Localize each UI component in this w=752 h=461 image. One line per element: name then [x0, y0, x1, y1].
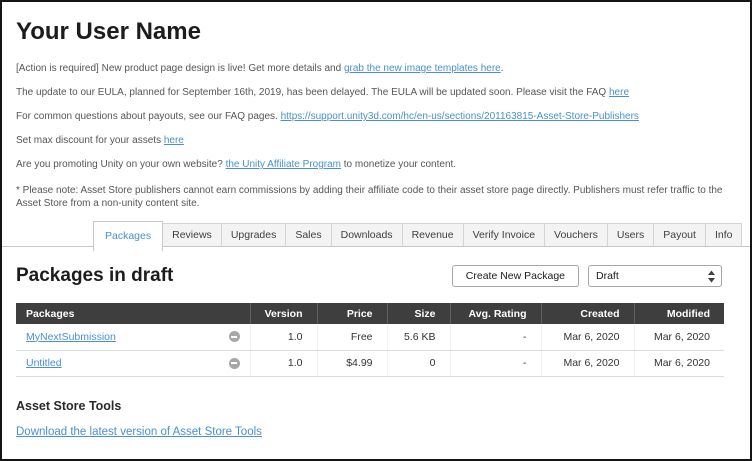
notice-eula-update: The update to our EULA, planned for Sept…: [16, 86, 724, 99]
tab-revenue[interactable]: Revenue: [402, 223, 464, 246]
tab-vouchers[interactable]: Vouchers: [544, 223, 608, 246]
tab-downloads[interactable]: Downloads: [331, 223, 403, 246]
notice-new-product-page: [Action is required] New product page de…: [16, 62, 724, 75]
notice-text: [Action is required] New product page de…: [16, 63, 344, 74]
notice-text: Are you promoting Unity on your own webs…: [16, 159, 226, 170]
up-down-stepper-icon: [707, 269, 716, 284]
status-filter-select[interactable]: Draft: [588, 265, 722, 287]
page-title: Your User Name: [16, 18, 724, 46]
tab-bar: Packages Reviews Upgrades Sales Download…: [2, 221, 750, 247]
minus-circle-draft-icon: [229, 358, 240, 369]
status-filter-selected-value: Draft: [596, 270, 619, 282]
tab-packages[interactable]: Packages: [93, 221, 163, 251]
page-header: Your User Name [Action is required] New …: [2, 2, 750, 210]
minus-circle-draft-icon: [229, 331, 240, 342]
col-header-modified: Modified: [634, 303, 724, 324]
col-header-packages: Packages: [16, 303, 250, 324]
cell-modified: Mar 6, 2020: [634, 324, 724, 350]
packages-section-header: Packages in draft Create New Package Dra…: [16, 265, 722, 287]
cell-size: 5.6 KB: [387, 324, 450, 350]
cell-created: Mar 6, 2020: [541, 324, 634, 350]
cell-size: 0: [387, 350, 450, 376]
tab-verify-invoice[interactable]: Verify Invoice: [463, 223, 545, 246]
notice-payout-faq: For common questions about payouts, see …: [16, 110, 724, 123]
download-tools-link[interactable]: Download the latest version of Asset Sto…: [16, 426, 262, 438]
cell-price: $4.99: [317, 350, 387, 376]
notice-affiliate-program: Are you promoting Unity on your own webs…: [16, 158, 724, 171]
section-controls: Create New Package Draft: [452, 265, 722, 287]
table-row: MyNextSubmission 1.0 Free 5.6 KB - Mar 6…: [16, 324, 724, 350]
col-header-version: Version: [250, 303, 317, 324]
package-link[interactable]: Untitled: [26, 357, 62, 369]
notice-text: .: [501, 63, 504, 74]
cell-price: Free: [317, 324, 387, 350]
tab-payout[interactable]: Payout: [653, 223, 706, 246]
col-header-avg-rating: Avg. Rating: [450, 303, 541, 324]
affiliate-program-link[interactable]: the Unity Affiliate Program: [226, 159, 341, 170]
tab-sales[interactable]: Sales: [285, 223, 331, 246]
notice-max-discount: Set max discount for your assets here: [16, 134, 724, 147]
section-title: Packages in draft: [16, 265, 173, 287]
tab-upgrades[interactable]: Upgrades: [221, 223, 287, 246]
publisher-portal-window: Your User Name [Action is required] New …: [0, 0, 752, 461]
cell-avg-rating: -: [450, 350, 541, 376]
eula-faq-link[interactable]: here: [609, 87, 629, 98]
cell-avg-rating: -: [450, 324, 541, 350]
asset-store-tools-section: Asset Store Tools Download the latest ve…: [16, 399, 722, 440]
col-header-created: Created: [541, 303, 634, 324]
table-header-row: Packages Version Price Size Avg. Rating …: [16, 303, 724, 324]
notice-text: For common questions about payouts, see …: [16, 111, 281, 122]
tab-reviews[interactable]: Reviews: [162, 223, 222, 246]
col-header-price: Price: [317, 303, 387, 324]
packages-table: Packages Version Price Size Avg. Rating …: [16, 303, 724, 377]
col-header-size: Size: [387, 303, 450, 324]
max-discount-link[interactable]: here: [164, 135, 184, 146]
cell-version: 1.0: [250, 350, 317, 376]
cell-modified: Mar 6, 2020: [634, 350, 724, 376]
cell-created: Mar 6, 2020: [541, 350, 634, 376]
tools-heading: Asset Store Tools: [16, 399, 722, 413]
create-new-package-button[interactable]: Create New Package: [452, 265, 579, 287]
tab-info[interactable]: Info: [705, 223, 743, 246]
image-templates-link[interactable]: grab the new image templates here: [344, 63, 501, 74]
table-row: Untitled 1.0 $4.99 0 - Mar 6, 2020 Mar 6…: [16, 350, 724, 376]
notice-text: to monetize your content.: [341, 159, 456, 170]
tab-users[interactable]: Users: [607, 223, 654, 246]
affiliate-footnote: * Please note: Asset Store publishers ca…: [16, 184, 724, 210]
cell-version: 1.0: [250, 324, 317, 350]
package-link[interactable]: MyNextSubmission: [26, 331, 116, 343]
notice-text: The update to our EULA, planned for Sept…: [16, 87, 609, 98]
support-url-link[interactable]: https://support.unity3d.com/hc/en-us/sec…: [281, 111, 639, 122]
notice-text: Set max discount for your assets: [16, 135, 164, 146]
